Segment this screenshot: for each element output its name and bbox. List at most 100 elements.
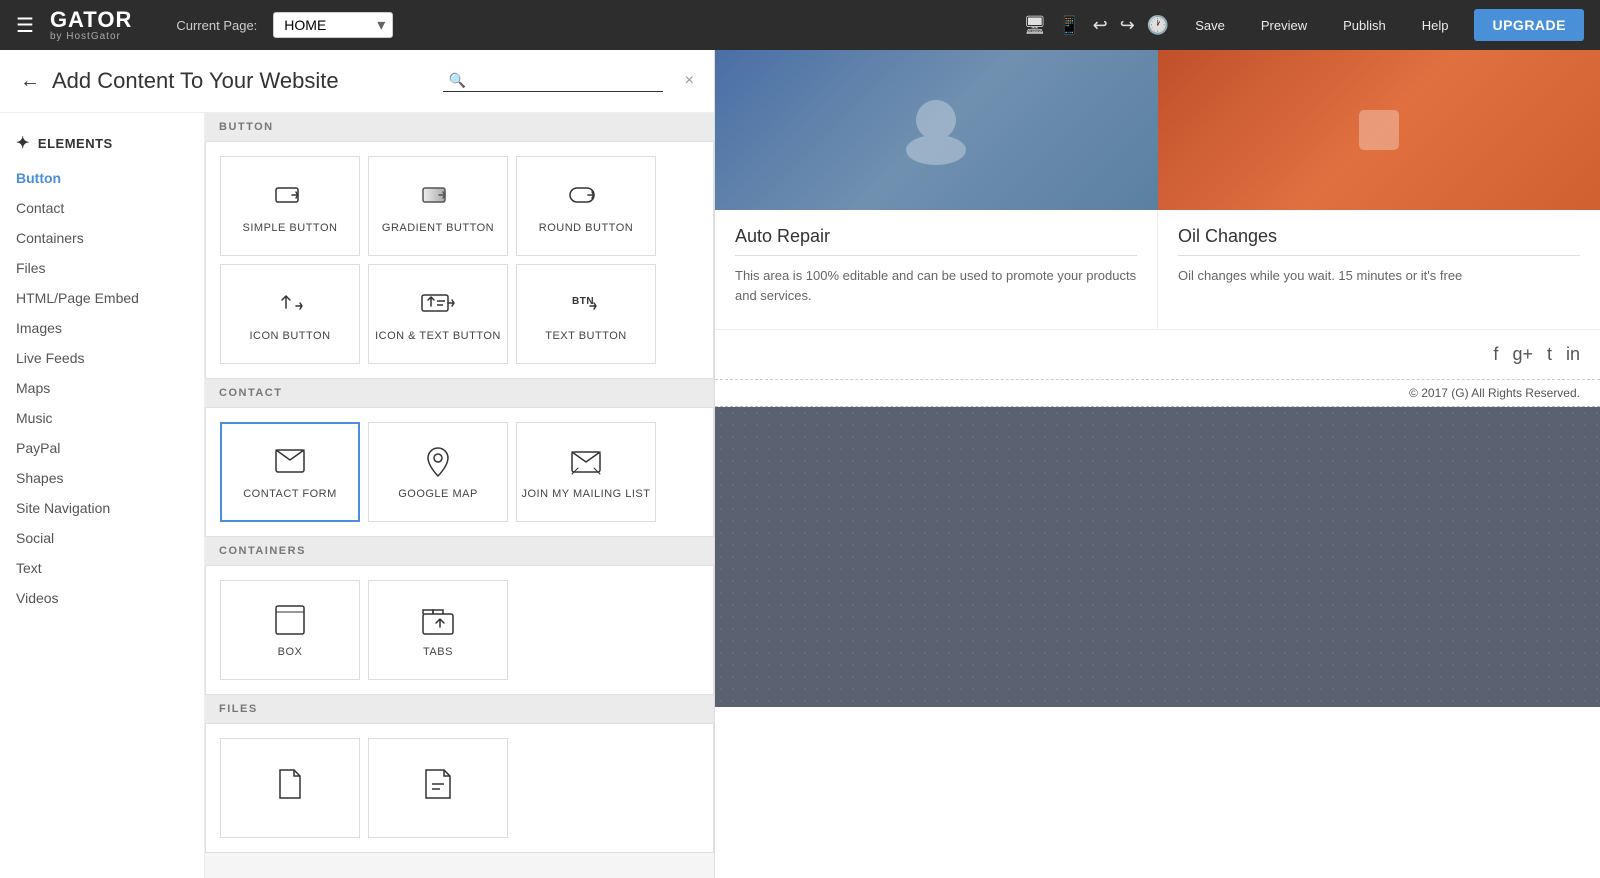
footer-dark-area	[715, 407, 1600, 707]
preview-button[interactable]: Preview	[1251, 12, 1317, 39]
box-label: BOX	[278, 646, 303, 658]
publish-button[interactable]: Publish	[1333, 12, 1396, 39]
button-items-grid: SIMPLE BUTTON	[205, 141, 714, 379]
contact-form-label: CONTACT FORM	[243, 488, 337, 500]
file-item-1[interactable]	[220, 738, 360, 838]
logo: GATOR by HostGator	[50, 9, 132, 42]
footer-copy: © 2017 (G) All Rights Reserved.	[715, 380, 1600, 407]
sidebar-item-text[interactable]: Text	[0, 553, 204, 583]
containers-section-label: CONTAINERS	[205, 537, 714, 565]
sidebar-item-images[interactable]: Images	[0, 313, 204, 343]
icon-text-button-item[interactable]: ICON & TEXT BUTTON	[368, 264, 508, 364]
desktop-icon[interactable]: 🖥	[1023, 15, 1046, 36]
button-section-label: BUTTON	[205, 113, 714, 141]
undo-icon[interactable]: ↩	[1093, 15, 1108, 36]
panel-body: ✦ ELEMENTS ButtonContactContainersFilesH…	[0, 113, 714, 878]
sidebar-items: ButtonContactContainersFilesHTML/Page Em…	[0, 163, 204, 613]
search-input[interactable]	[472, 73, 652, 89]
text-button-label: TEXT BUTTON	[545, 330, 627, 342]
sidebar-item-site-navigation[interactable]: Site Navigation	[0, 493, 204, 523]
googleplus-icon[interactable]: g+	[1512, 344, 1533, 365]
tablet-icon[interactable]: 📱	[1058, 15, 1080, 36]
oil-changes-text: Oil changes while you wait. 15 minutes o…	[1178, 266, 1580, 286]
contact-section-label: CONTACT	[205, 379, 714, 407]
simple-button-item[interactable]: SIMPLE BUTTON	[220, 156, 360, 256]
auto-repair-text: This area is 100% editable and can be us…	[735, 266, 1137, 305]
back-button[interactable]: ←	[20, 70, 40, 93]
preview-images-row	[715, 50, 1600, 210]
button-section: BUTTON SIMPLE BUTTON	[205, 113, 714, 379]
twitter-icon[interactable]: t	[1547, 344, 1552, 365]
hamburger-menu[interactable]: ☰	[16, 13, 34, 38]
preview-img-right	[1158, 50, 1600, 210]
sidebar-item-containers[interactable]: Containers	[0, 223, 204, 253]
page-selector[interactable]: HOME	[273, 12, 393, 38]
logo-text: GATOR	[50, 9, 132, 31]
sidebar-item-html-page-embed[interactable]: HTML/Page Embed	[0, 283, 204, 313]
linkedin-icon[interactable]: in	[1566, 344, 1580, 365]
auto-repair-title: Auto Repair	[735, 226, 1137, 256]
sidebar-item-music[interactable]: Music	[0, 403, 204, 433]
sidebar: ✦ ELEMENTS ButtonContactContainersFilesH…	[0, 113, 205, 878]
facebook-icon[interactable]: f	[1493, 344, 1498, 365]
save-button[interactable]: Save	[1185, 12, 1235, 39]
box-item[interactable]: BOX	[220, 580, 360, 680]
gradient-button-label: GRADIENT BUTTON	[382, 222, 494, 234]
oil-changes-card: Oil Changes Oil changes while you wait. …	[1158, 210, 1600, 329]
page-selector-wrap: HOME	[273, 12, 393, 38]
footer-social: f g+ t in	[715, 330, 1600, 380]
oil-changes-title: Oil Changes	[1178, 226, 1580, 256]
icon-button-label: ICON BUTTON	[249, 330, 330, 342]
tabs-label: TABS	[423, 646, 453, 658]
google-map-label: GOOGLE MAP	[398, 488, 478, 500]
help-button[interactable]: Help	[1412, 12, 1459, 39]
icon-button-item[interactable]: ICON BUTTON	[220, 264, 360, 364]
sidebar-item-videos[interactable]: Videos	[0, 583, 204, 613]
auto-repair-card: Auto Repair This area is 100% editable a…	[715, 210, 1158, 329]
sidebar-item-button[interactable]: Button	[0, 163, 204, 193]
top-navbar: ☰ GATOR by HostGator Current Page: HOME …	[0, 0, 1600, 50]
right-panel: Auto Repair This area is 100% editable a…	[715, 50, 1600, 878]
sidebar-item-live-feeds[interactable]: Live Feeds	[0, 343, 204, 373]
upgrade-button[interactable]: UPGRADE	[1474, 9, 1584, 41]
contact-items-grid: CONTACT FORM GOOGLE MAP	[205, 407, 714, 537]
website-preview: Auto Repair This area is 100% editable a…	[715, 50, 1600, 878]
cards-row: Auto Repair This area is 100% editable a…	[715, 210, 1600, 330]
panel-title: Add Content To Your Website	[52, 68, 431, 94]
icon-text-button-label: ICON & TEXT BUTTON	[375, 330, 501, 342]
google-map-item[interactable]: GOOGLE MAP	[368, 422, 508, 522]
content-area: BUTTON SIMPLE BUTTON	[205, 113, 714, 878]
close-icon[interactable]: ×	[685, 72, 694, 90]
device-icons: 🖥 📱 ↩ ↪ 🕐	[1023, 15, 1169, 36]
round-button-item[interactable]: ROUND BUTTON	[516, 156, 656, 256]
sidebar-item-maps[interactable]: Maps	[0, 373, 204, 403]
gradient-button-item[interactable]: GRADIENT BUTTON	[368, 156, 508, 256]
left-panel: ← Add Content To Your Website 🔍 × ✦ ELEM…	[0, 50, 715, 878]
containers-items-grid: BOX TABS	[205, 565, 714, 695]
simple-button-label: SIMPLE BUTTON	[243, 222, 338, 234]
files-items-grid	[205, 723, 714, 853]
history-icon[interactable]: 🕐	[1147, 15, 1169, 36]
sidebar-item-shapes[interactable]: Shapes	[0, 463, 204, 493]
contact-form-item[interactable]: CONTACT FORM	[220, 422, 360, 522]
logo-sub: by HostGator	[50, 31, 132, 42]
search-box: 🔍	[443, 70, 663, 92]
text-button-item[interactable]: BTN TEXT BUTTON	[516, 264, 656, 364]
sidebar-item-contact[interactable]: Contact	[0, 193, 204, 223]
sidebar-section-header: ✦ ELEMENTS	[0, 129, 204, 163]
sidebar-item-paypal[interactable]: PayPal	[0, 433, 204, 463]
containers-section: CONTAINERS BOX	[205, 537, 714, 695]
tabs-item[interactable]: TABS	[368, 580, 508, 680]
files-section: FILES	[205, 695, 714, 853]
redo-icon[interactable]: ↪	[1120, 15, 1135, 36]
main-layout: ← Add Content To Your Website 🔍 × ✦ ELEM…	[0, 50, 1600, 878]
sidebar-item-social[interactable]: Social	[0, 523, 204, 553]
search-icon: 🔍	[449, 72, 466, 89]
elements-icon: ✦	[16, 133, 30, 153]
mailing-list-item[interactable]: JOIN MY MAILING LIST	[516, 422, 656, 522]
mailing-list-label: JOIN MY MAILING LIST	[522, 488, 651, 500]
current-page-label: Current Page:	[176, 18, 257, 33]
panel-header: ← Add Content To Your Website 🔍 ×	[0, 50, 714, 113]
file-item-2[interactable]	[368, 738, 508, 838]
sidebar-item-files[interactable]: Files	[0, 253, 204, 283]
